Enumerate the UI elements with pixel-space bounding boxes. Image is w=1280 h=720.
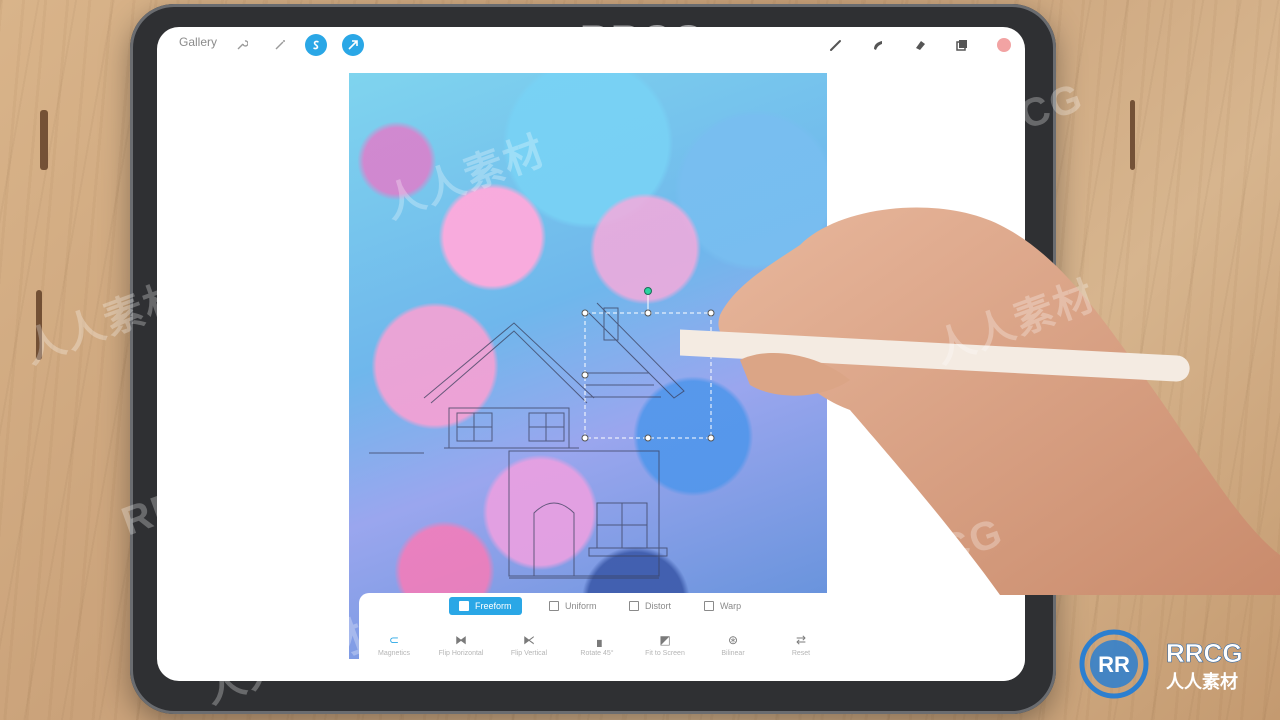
reset-button[interactable]: ⇄ Reset: [771, 633, 831, 657]
magic-wand-icon[interactable]: [269, 34, 291, 56]
color-swatch[interactable]: [993, 34, 1015, 56]
selection-s-icon[interactable]: [305, 34, 327, 56]
mode-distort-tab[interactable]: Distort: [619, 597, 681, 615]
fit-to-screen-icon: ◩: [659, 633, 671, 647]
eraser-icon[interactable]: [909, 34, 931, 56]
mode-freeform-tab[interactable]: Freeform: [449, 597, 522, 615]
transform-toolbar: Freeform Uniform Distort Warp ⊂ Magnetic…: [359, 593, 1025, 681]
rotate-45-button[interactable]: ▗ Rotate 45°: [567, 633, 627, 657]
magnetics-button[interactable]: ⊂ Magnetics: [364, 633, 424, 657]
uniform-icon: [549, 601, 559, 611]
freeform-icon: [459, 601, 469, 611]
svg-text:RR: RR: [1098, 652, 1130, 677]
selection-bounding-box: [581, 287, 715, 442]
magnet-icon: ⊂: [388, 633, 400, 647]
wrench-icon[interactable]: [231, 34, 253, 56]
mode-label: Distort: [645, 601, 672, 611]
smudge-icon[interactable]: [867, 34, 889, 56]
distort-icon: [629, 601, 639, 611]
gallery-button[interactable]: Gallery: [179, 35, 217, 49]
warp-icon: [704, 601, 714, 611]
flip-horizontal-button[interactable]: ⧓ Flip Horizontal: [431, 633, 491, 657]
wood-knot: [36, 290, 42, 360]
house-sketch-overlay: [369, 287, 715, 579]
top-toolbar: Gallery: [157, 27, 1025, 67]
wood-knot: [1130, 100, 1135, 170]
brush-icon[interactable]: [825, 34, 847, 56]
rrcg-logo: RR RRCG 人人素材: [1078, 628, 1278, 700]
procreate-screen: Gallery Freeform Uniform Distort Warp ⊂ …: [157, 27, 1025, 681]
fit-to-screen-button[interactable]: ◩ Fit to Screen: [635, 633, 695, 657]
mode-label: Freeform: [475, 601, 512, 611]
mode-label: Warp: [720, 601, 742, 611]
flip-horizontal-icon: ⧓: [455, 633, 467, 647]
reset-icon: ⇄: [795, 633, 807, 647]
layers-icon[interactable]: [951, 34, 973, 56]
bilinear-icon: ⊛: [727, 633, 739, 647]
mode-label: Uniform: [565, 601, 597, 611]
bilinear-button[interactable]: ⊛ Bilinear: [703, 633, 763, 657]
transform-arrow-icon[interactable]: [342, 34, 364, 56]
flip-vertical-icon: ⧔: [523, 633, 535, 647]
wood-knot: [40, 110, 48, 170]
drawing-canvas[interactable]: [349, 73, 827, 659]
svg-text:RRCG: RRCG: [1166, 638, 1243, 668]
mode-uniform-tab[interactable]: Uniform: [539, 597, 607, 615]
svg-text:人人素材: 人人素材: [1166, 671, 1238, 693]
rotate-icon: ▗: [592, 633, 602, 647]
mode-warp-tab[interactable]: Warp: [694, 597, 751, 615]
flip-vertical-button[interactable]: ⧔ Flip Vertical: [499, 633, 559, 657]
